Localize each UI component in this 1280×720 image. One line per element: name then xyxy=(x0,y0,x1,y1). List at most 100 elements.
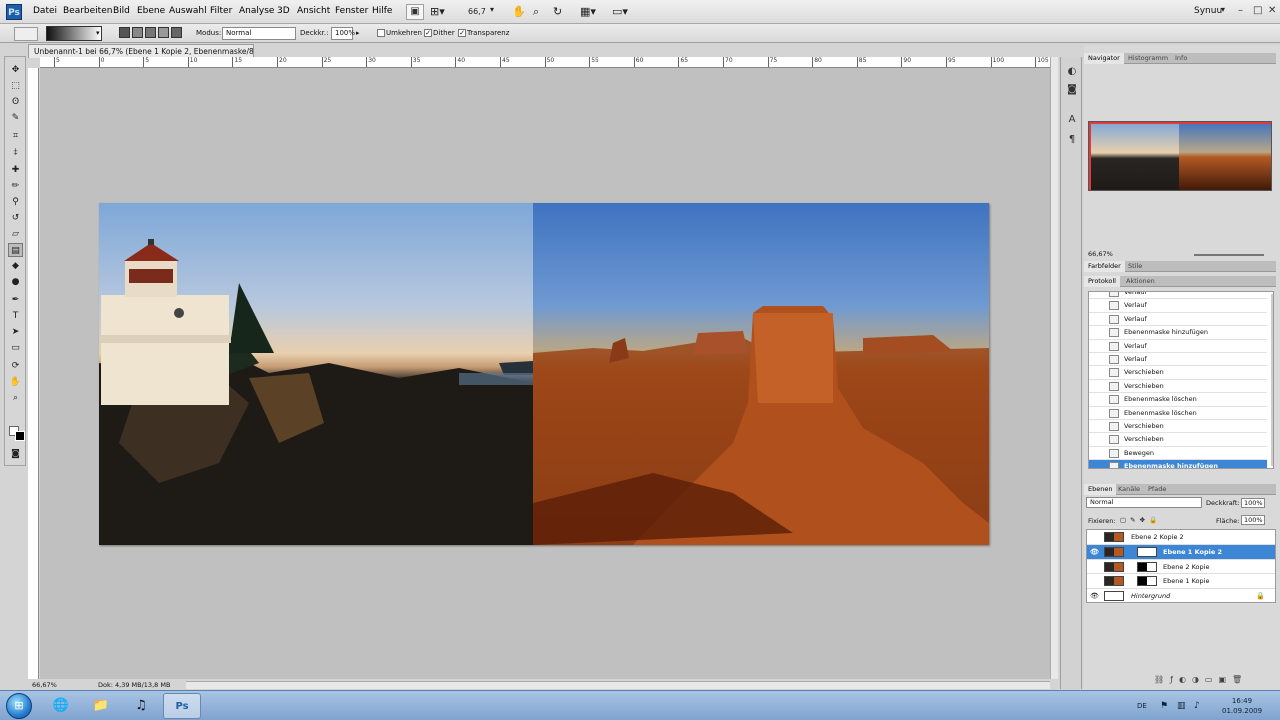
history-item[interactable]: Verschieben xyxy=(1089,380,1267,394)
history-item[interactable]: Verlauf xyxy=(1089,299,1267,313)
deckkraft-field[interactable]: 100% xyxy=(331,27,355,40)
canvas-area[interactable] xyxy=(40,68,1050,679)
clone-stamp-tool-icon[interactable]: ⚲ xyxy=(8,195,23,209)
quick-mask-icon[interactable]: ◙ xyxy=(8,447,23,461)
history-item[interactable]: Verschieben xyxy=(1089,433,1267,447)
dither-checkbox[interactable]: ✓ xyxy=(424,29,432,37)
navigator-zoom[interactable]: 66,67% xyxy=(1088,250,1113,258)
menu-3d[interactable]: 3D xyxy=(277,6,290,16)
close-button[interactable]: ✕ xyxy=(1268,5,1276,16)
menu-analyse[interactable]: Analyse xyxy=(239,6,274,16)
layer-row-active[interactable]: 👁 Ebene 1 Kopie 2 xyxy=(1087,544,1275,560)
type-tool-icon[interactable]: T xyxy=(8,309,23,323)
modus-select[interactable]: Normal xyxy=(222,27,296,40)
reflected-gradient-button[interactable] xyxy=(158,27,169,38)
angle-gradient-button[interactable] xyxy=(145,27,156,38)
paragraph-icon[interactable]: ¶ xyxy=(1065,133,1079,147)
tray-volume-icon[interactable]: ♪ xyxy=(1194,701,1200,711)
screen-mode-icon[interactable]: ▭▾ xyxy=(612,5,628,18)
foreground-color-swatch[interactable] xyxy=(15,431,25,441)
status-doc-size[interactable]: Dok: 4,39 MB/13,8 MB xyxy=(98,680,170,690)
tab-pfade[interactable]: Pfade xyxy=(1144,484,1170,495)
radial-gradient-button[interactable] xyxy=(132,27,143,38)
zoom-tool-icon[interactable]: ⌕ xyxy=(8,391,23,405)
blur-tool-icon[interactable]: ◆ xyxy=(8,259,23,273)
menu-fenster[interactable]: Fenster xyxy=(335,6,368,16)
layer-mask-thumbnail[interactable] xyxy=(1137,561,1157,572)
navigator-zoom-slider[interactable] xyxy=(1194,254,1264,256)
gradient-picker[interactable] xyxy=(46,26,102,41)
tab-info[interactable]: Info xyxy=(1171,53,1191,64)
history-brush-tool-icon[interactable]: ↺ xyxy=(8,211,23,225)
history-item[interactable]: Verschieben xyxy=(1089,420,1267,434)
menu-filter[interactable]: Filter xyxy=(210,6,232,16)
rotate-view-icon[interactable]: ↻ xyxy=(553,5,562,18)
deckkraft-arrow-icon[interactable]: ▸ xyxy=(356,29,360,37)
gradient-tool-icon[interactable]: ▤ xyxy=(8,243,23,257)
tab-navigator[interactable]: Navigator xyxy=(1084,53,1124,64)
menu-hilfe[interactable]: Hilfe xyxy=(372,6,392,16)
workspace-selector[interactable]: Synuu xyxy=(1194,6,1222,16)
menu-ansicht[interactable]: Ansicht xyxy=(297,6,330,16)
layer-row[interactable]: Ebene 2 Kopie 2 xyxy=(1087,530,1275,545)
diamond-gradient-button[interactable] xyxy=(171,27,182,38)
document-tab[interactable]: Unbenannt-1 bei 66,7% (Ebene 1 Kopie 2, … xyxy=(28,44,254,58)
history-item[interactable]: Ebenenmaske löschen xyxy=(1089,407,1267,420)
history-item[interactable]: Verlauf xyxy=(1089,313,1267,327)
brush-tool-icon[interactable]: ✏ xyxy=(8,179,23,193)
layer-row[interactable]: Ebene 1 Kopie xyxy=(1087,574,1275,590)
workspace-dropdown-icon[interactable]: ▾ xyxy=(1221,5,1225,14)
start-button[interactable]: ⊞ xyxy=(6,693,32,719)
clock[interactable]: 16:49 01.09.2009 xyxy=(1222,696,1262,716)
gradient-dropdown-icon[interactable]: ▾ xyxy=(96,29,100,37)
flaeche-field[interactable]: 100% xyxy=(1241,515,1265,525)
navigator-view-frame[interactable] xyxy=(1089,122,1271,190)
tab-kanaele[interactable]: Kanäle xyxy=(1114,484,1144,495)
history-item[interactable]: Bewegen xyxy=(1089,447,1267,461)
history-item[interactable]: Ebenenmaske hinzufügen xyxy=(1089,326,1267,340)
menu-ebene[interactable]: Ebene xyxy=(137,6,165,16)
history-item[interactable]: Verlauf xyxy=(1089,353,1267,367)
eye-icon[interactable]: 👁 xyxy=(1090,545,1099,559)
explorer-icon[interactable]: 📁 xyxy=(82,693,120,719)
tray-flag-icon[interactable]: ⚑ xyxy=(1160,701,1168,711)
history-item[interactable]: Ebenenmaske löschen xyxy=(1089,393,1267,407)
menu-datei[interactable]: Datei xyxy=(33,6,57,16)
layer-mask-thumbnail[interactable] xyxy=(1137,546,1157,557)
linear-gradient-button[interactable] xyxy=(119,27,130,38)
horizontal-scrollbar[interactable] xyxy=(186,681,1050,689)
layer-mask-thumbnail[interactable] xyxy=(1137,576,1157,587)
tab-ebenen[interactable]: Ebenen xyxy=(1084,484,1117,495)
layer-deckkraft-field[interactable]: 100% xyxy=(1241,498,1265,508)
arrange-documents-icon[interactable]: ▦▾ xyxy=(580,5,596,18)
hand-tool-icon[interactable]: ✋ xyxy=(512,5,526,18)
bridge-button[interactable]: ▣ xyxy=(406,4,424,20)
path-selection-tool-icon[interactable]: ➤ xyxy=(8,325,23,339)
minimize-button[interactable]: – xyxy=(1238,5,1243,16)
status-zoom[interactable]: 66,67% xyxy=(32,680,57,690)
language-indicator[interactable]: DE xyxy=(1137,702,1147,710)
character-icon[interactable]: A xyxy=(1065,113,1079,127)
eyedropper-tool-icon[interactable]: ⤈ xyxy=(8,145,23,159)
umkehren-checkbox[interactable] xyxy=(377,29,385,37)
zoom-dropdown-icon[interactable]: ▾ xyxy=(490,5,494,14)
document-canvas[interactable] xyxy=(99,203,989,545)
shape-tool-icon[interactable]: ▭ xyxy=(8,341,23,355)
lock-options-icon[interactable]: ▢✎✥🔒 xyxy=(1120,516,1161,524)
quick-selection-tool-icon[interactable]: ✎ xyxy=(8,111,23,125)
move-tool-icon[interactable]: ✥ xyxy=(8,63,23,77)
firefox-icon[interactable]: 🌐 xyxy=(42,693,80,719)
zoom-tool-icon[interactable]: ⌕ xyxy=(533,5,539,19)
history-item[interactable]: Verlauf xyxy=(1089,340,1267,353)
layer-actions-icons[interactable]: ⛓ƒ◐◑▭▣🗑 xyxy=(1154,675,1248,684)
photoshop-task-icon[interactable]: Ps xyxy=(163,693,201,719)
tab-stile[interactable]: Stile xyxy=(1124,261,1146,272)
dodge-tool-icon[interactable]: ● xyxy=(8,275,23,289)
hand-tool-icon[interactable]: ✋ xyxy=(8,375,23,389)
history-item-active[interactable]: Ebenenmaske hinzufügen xyxy=(1089,460,1267,468)
media-player-icon[interactable]: ♫ xyxy=(122,693,160,719)
layer-row-background[interactable]: 👁 Hintergrund 🔒 xyxy=(1087,589,1275,604)
view-extras-icon[interactable]: ⊞▾ xyxy=(430,5,445,18)
layer-blend-mode-select[interactable]: Normal xyxy=(1086,497,1202,508)
menu-auswahl[interactable]: Auswahl xyxy=(169,6,207,16)
